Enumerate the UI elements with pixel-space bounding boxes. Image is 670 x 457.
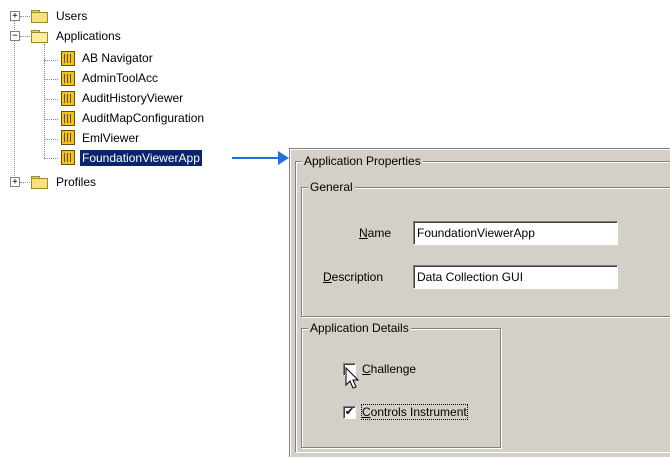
tree-item-foundationviewerapp[interactable]: FoundationViewerApp: [80, 150, 202, 166]
folder-icon: [31, 176, 48, 189]
folder-icon: [31, 10, 48, 23]
tree-item-ab-navigator[interactable]: AB Navigator: [80, 50, 155, 66]
application-details-group: Application Details Challenge ✔ Controls…: [301, 321, 501, 448]
tree-connector: [44, 158, 58, 160]
name-field[interactable]: FoundationViewerApp: [413, 221, 618, 245]
application-icon: [61, 91, 75, 106]
application-properties-title: Application Properties: [302, 154, 423, 168]
tree-item-profiles[interactable]: Profiles: [54, 174, 98, 190]
collapse-applications-button[interactable]: −: [10, 31, 20, 41]
application-properties-panel: Application Properties General Name Foun…: [289, 148, 670, 457]
tree-connector: [44, 99, 58, 101]
application-icon: [61, 150, 75, 165]
application-icon: [61, 111, 75, 126]
application-details-title: Application Details: [308, 321, 411, 335]
tree-connector: [44, 119, 58, 121]
tree-view[interactable]: + Users − Applications AB Navigator Admi…: [0, 0, 260, 200]
application-properties-group: Application Properties General Name Foun…: [295, 154, 670, 452]
general-title: General: [308, 180, 355, 194]
tree-connector: [20, 16, 30, 18]
tree-connector: [44, 79, 58, 81]
application-icon: [61, 130, 75, 145]
tree-item-emlviewer[interactable]: EmlViewer: [80, 130, 141, 146]
tree-connector: [44, 60, 58, 62]
application-icon: [61, 51, 75, 66]
tree-connector: [14, 20, 16, 182]
tree-connector: [20, 36, 30, 38]
tree-item-applications[interactable]: Applications: [54, 28, 123, 44]
arrow-right-icon: [278, 151, 289, 165]
callout-arrow-line: [232, 157, 280, 159]
tree-item-users[interactable]: Users: [54, 8, 89, 24]
mouse-cursor-icon: [345, 367, 360, 389]
tree-item-auditmapconfiguration[interactable]: AuditMapConfiguration: [80, 110, 206, 126]
tree-item-audithistoryviewer[interactable]: AuditHistoryViewer: [80, 90, 185, 106]
general-group: General Name FoundationViewerApp Descrip…: [301, 180, 670, 317]
expand-users-button[interactable]: +: [10, 11, 20, 21]
application-icon: [61, 71, 75, 86]
tree-item-admintoolacc[interactable]: AdminToolAcc: [80, 70, 160, 86]
folder-open-icon: [31, 30, 48, 43]
tree-connector: [20, 182, 30, 184]
controls-instrument-label[interactable]: Controls Instrument: [361, 404, 468, 420]
expand-profiles-button[interactable]: +: [10, 177, 20, 187]
name-label: Name: [359, 226, 392, 240]
description-label: Description: [323, 270, 384, 284]
tree-connector: [44, 139, 58, 141]
description-field[interactable]: Data Collection GUI: [413, 265, 618, 289]
controls-instrument-checkbox[interactable]: ✔: [343, 406, 356, 419]
challenge-label[interactable]: Challenge: [362, 362, 416, 376]
